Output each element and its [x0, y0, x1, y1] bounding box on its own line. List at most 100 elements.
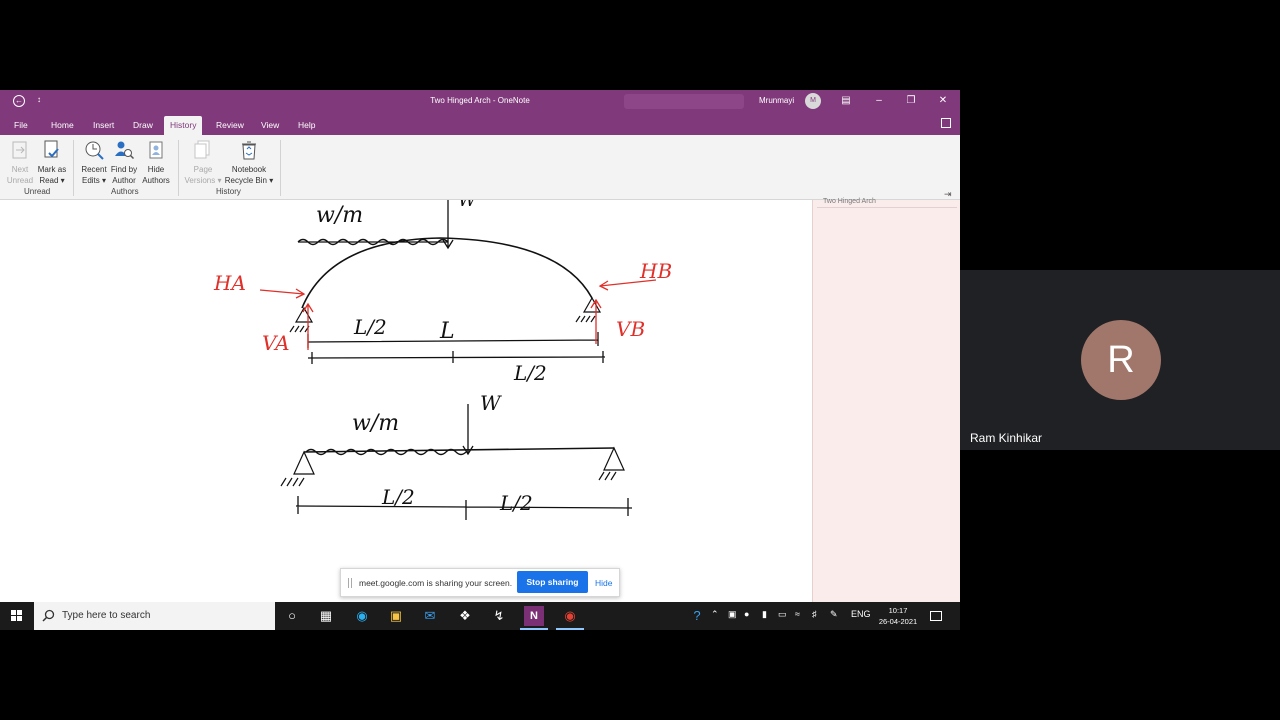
group-unread-label: Unread: [24, 187, 51, 196]
dropbox-icon[interactable]: ❖: [455, 606, 475, 626]
show-hidden-icons-icon[interactable]: ⌃: [711, 609, 719, 620]
participant-name: Ram Kinhikar: [970, 431, 1043, 445]
tray-security-icon[interactable]: ●: [744, 609, 749, 619]
ribbon-display-options-icon[interactable]: ▤: [839, 94, 853, 108]
page-versions-button[interactable]: Page Versions ▾: [184, 139, 222, 186]
half-span-label-upper-right: L/2: [513, 361, 547, 385]
ribbon-divider: [178, 140, 179, 196]
arch-curve: [301, 237, 593, 309]
point-load-label-upper: W: [458, 200, 478, 211]
edge-browser-icon[interactable]: ◉: [352, 606, 372, 626]
notebook-recycle-bin-label-2: Recycle Bin ▾: [224, 176, 274, 185]
span-label: L: [439, 319, 455, 344]
reaction-ha-arrow: [259, 288, 306, 299]
clock-date: 26-04-2021: [878, 617, 918, 626]
blurred-search-box: [624, 94, 744, 109]
page-canvas[interactable]: w/m W HA HB VA VB L/2 L L/2 w/m W L/2 L/…: [0, 200, 812, 602]
collapse-ribbon-icon[interactable]: ⇥: [944, 189, 952, 200]
group-history-label: History: [216, 187, 241, 196]
tab-home[interactable]: Home: [45, 116, 80, 135]
search-icon: [42, 609, 55, 622]
left-hinge-support: [289, 306, 314, 333]
notebook-pane-icon[interactable]: [941, 118, 951, 128]
tab-view[interactable]: View: [255, 116, 285, 135]
beam-right-support: [598, 446, 625, 481]
search-placeholder: Type here to search: [62, 610, 151, 621]
mail-icon[interactable]: ✉: [420, 606, 440, 626]
recent-edits-button[interactable]: Recent Edits ▾: [78, 139, 110, 186]
notebook-recycle-bin-label-1: Notebook: [231, 165, 267, 174]
windows-start-icon[interactable]: [11, 610, 23, 622]
file-explorer-icon[interactable]: ▣: [386, 606, 406, 626]
avatar[interactable]: M: [805, 93, 821, 109]
chrome-icon[interactable]: ◉: [556, 606, 584, 630]
taskbar-clock[interactable]: 10:17 26-04-2021: [873, 605, 923, 627]
hide-share-bar-link[interactable]: Hide: [595, 578, 612, 588]
taskbar-search-box[interactable]: Type here to search: [34, 602, 275, 630]
udl-label-lower: w/m: [352, 411, 399, 436]
mark-as-read-label-2: Read ▾: [39, 176, 65, 185]
close-icon[interactable]: ✕: [936, 94, 950, 108]
task-view-icon[interactable]: ▦: [316, 606, 336, 626]
reaction-va-label: VA: [262, 331, 290, 355]
tab-review[interactable]: Review: [210, 116, 250, 135]
tab-draw[interactable]: Draw: [127, 116, 159, 135]
hide-authors-button[interactable]: Hide Authors: [140, 139, 172, 186]
participant-avatar: R: [1081, 320, 1161, 400]
point-load-arrow-lower: [462, 404, 474, 456]
shared-screen: ← ↕ Two Hinged Arch - OneNote Mrunmayi M…: [0, 90, 960, 630]
hide-authors-icon: [149, 141, 163, 159]
find-by-author-label-2: Author: [112, 176, 136, 185]
restore-icon[interactable]: ❐: [904, 94, 918, 108]
mark-as-read-icon: [44, 140, 59, 158]
signed-in-user[interactable]: Mrunmayi: [759, 96, 794, 105]
screen-share-bar: meet.google.com is sharing your screen. …: [340, 568, 620, 597]
people-search-icon: [115, 141, 135, 160]
point-load-label-lower: W: [480, 391, 502, 415]
next-unread-button[interactable]: Next Unread: [4, 139, 36, 186]
next-unread-label-1: Next: [11, 165, 29, 174]
help-icon[interactable]: ?: [687, 606, 707, 626]
reaction-va-arrow: [302, 302, 314, 350]
find-by-author-button[interactable]: Find by Author: [108, 139, 140, 186]
input-language[interactable]: ENG: [851, 609, 871, 619]
reaction-vb-arrow: [590, 298, 602, 344]
notifications-icon[interactable]: [930, 611, 942, 621]
drag-handle-icon[interactable]: [348, 578, 352, 588]
tab-insert[interactable]: Insert: [87, 116, 120, 135]
clock-search-icon: [85, 141, 104, 160]
tab-history[interactable]: History: [164, 116, 203, 135]
handwritten-sketch: w/m W HA HB VA VB L/2 L L/2 w/m W L/2 L/…: [213, 200, 672, 520]
onenote-taskbar-icon[interactable]: N: [520, 606, 548, 630]
ribbon-divider: [73, 140, 74, 196]
cortana-icon[interactable]: ○: [282, 606, 302, 626]
recent-edits-label-2: Edits ▾: [81, 176, 107, 185]
wifi-icon[interactable]: ≈: [795, 609, 800, 619]
stop-sharing-button[interactable]: Stop sharing: [517, 571, 588, 593]
page-list-item[interactable]: Two Hinged Arch: [823, 198, 876, 205]
app-bolt-icon[interactable]: ↯: [489, 606, 509, 626]
mark-as-read-label-1: Mark as: [37, 165, 67, 174]
recent-edits-label-1: Recent: [81, 165, 107, 174]
half-span-label-upper-left: L/2: [353, 315, 387, 339]
volume-icon[interactable]: ♯: [812, 609, 817, 619]
tray-app-icon[interactable]: ▣: [728, 609, 737, 620]
battery-icon[interactable]: ▭: [778, 609, 787, 620]
half-span-label-lower-right: L/2: [499, 491, 533, 515]
reaction-hb-label: HB: [639, 259, 672, 283]
next-unread-icon: [12, 141, 27, 159]
notebook-recycle-bin-button[interactable]: Notebook Recycle Bin ▾: [223, 139, 275, 186]
page-list-divider: [817, 207, 957, 208]
windows-taskbar: Type here to search ○ ▦ ◉ ▣ ✉ ❖ ↯ N ◉ ? …: [0, 602, 960, 630]
microphone-icon[interactable]: ▮: [762, 609, 767, 620]
ribbon-divider: [280, 140, 281, 196]
mark-as-read-button[interactable]: Mark as Read ▾: [36, 139, 68, 186]
recycle-bin-icon: [242, 141, 256, 160]
participant-tile[interactable]: R Ram Kinhikar: [960, 270, 1280, 450]
page-versions-label-2: Versions ▾: [184, 176, 222, 185]
pen-workspace-icon[interactable]: ✎: [830, 609, 838, 620]
ribbon-tabs: File Home Insert Draw History Review Vie…: [0, 112, 960, 135]
tab-file[interactable]: File: [8, 116, 34, 135]
minimize-icon[interactable]: –: [872, 94, 886, 108]
tab-help[interactable]: Help: [292, 116, 321, 135]
